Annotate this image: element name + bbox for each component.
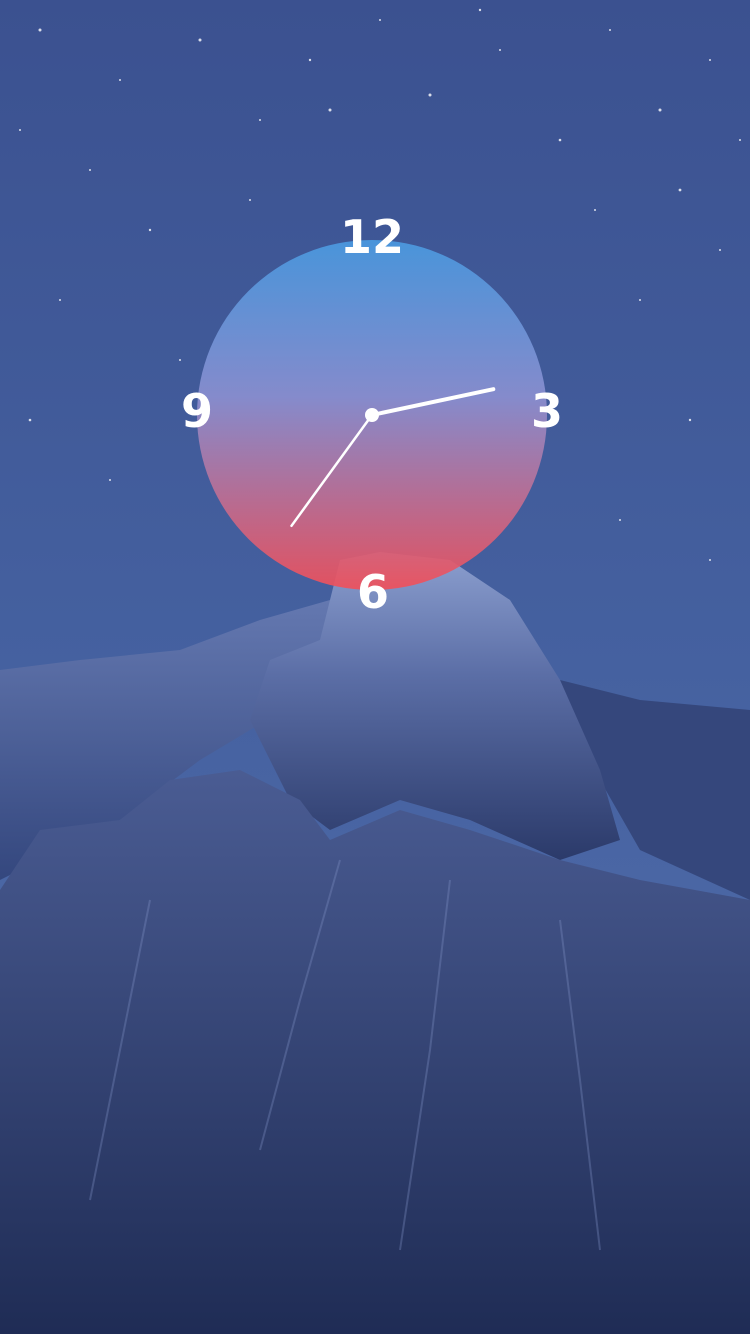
numeral-3: 3 bbox=[531, 384, 563, 438]
numeral-12: 12 bbox=[340, 210, 404, 264]
numeral-6: 6 bbox=[357, 565, 389, 619]
analog-clock: 12 3 6 9 bbox=[181, 210, 563, 619]
lock-screen: 12 3 6 9 bbox=[0, 0, 750, 1334]
clock-center-pin bbox=[365, 408, 379, 422]
numeral-9: 9 bbox=[181, 384, 213, 438]
